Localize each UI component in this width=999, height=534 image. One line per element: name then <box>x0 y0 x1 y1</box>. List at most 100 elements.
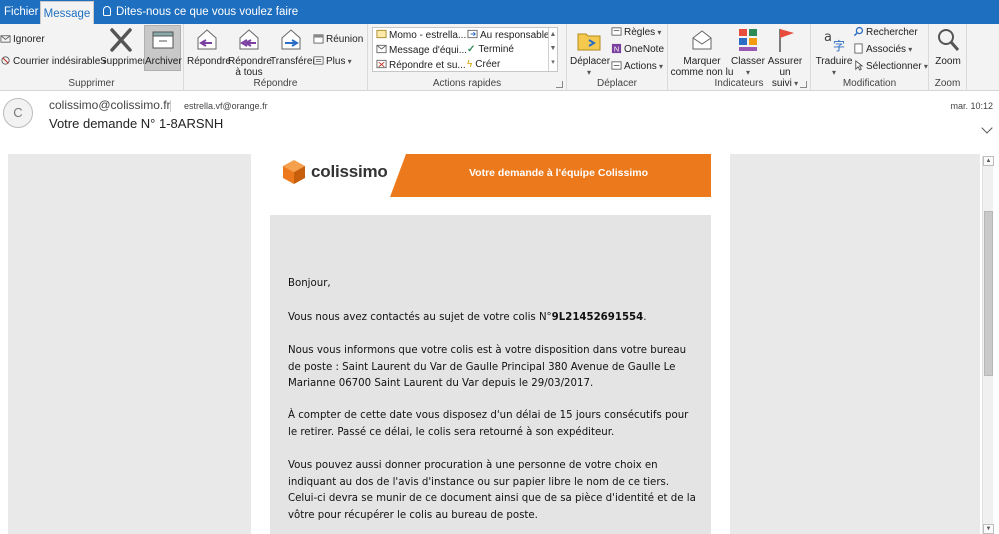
expand-header-chevron-down-icon[interactable] <box>981 122 993 134</box>
avatar[interactable]: C <box>3 98 33 128</box>
tracking-number: 9L21452691554 <box>551 312 644 323</box>
divider <box>170 100 171 112</box>
quick-step-to-manager[interactable]: Au responsable <box>467 29 550 41</box>
lightning-icon: ϟ <box>467 59 473 70</box>
archive-button[interactable]: Archiver <box>144 25 182 71</box>
onenote-icon: N <box>611 43 622 53</box>
mark-unread-button[interactable]: Marquer comme non lu <box>670 26 734 78</box>
find-button[interactable]: Rechercher <box>853 26 918 40</box>
group-label-tags: Indicateurs <box>714 78 764 89</box>
quick-step-team-message[interactable]: Message d'équi... <box>376 44 467 56</box>
reply-all-button[interactable]: Répondre à tous <box>228 26 272 78</box>
reply-all-icon <box>239 29 259 50</box>
p1-suffix: . <box>643 312 647 323</box>
vertical-scrollbar[interactable]: ▲ ▼ <box>982 156 994 534</box>
sender-address[interactable]: colissimo@colissimo.fr <box>49 98 171 112</box>
group-label-zoom: Zoom <box>934 78 961 89</box>
reply-label: Répondre <box>187 56 231 67</box>
email-greeting: Bonjour, <box>288 278 331 289</box>
group-respond: Répondre Répondre à tous Transférer Réun… <box>184 24 368 91</box>
group-label-quick-steps: Actions rapides <box>432 78 502 89</box>
tags-launcher-icon[interactable] <box>800 81 807 88</box>
more-label: Plus <box>326 56 352 67</box>
move-button[interactable]: Déplacer <box>570 26 610 78</box>
scroll-up-arrow-icon[interactable]: ▲ <box>983 156 994 166</box>
quick-step-label: Momo - estrella... <box>389 30 467 41</box>
zoom-button[interactable]: Zoom <box>931 26 965 67</box>
quick-step-reply-delete[interactable]: Répondre et su... <box>376 59 466 71</box>
move-label: Déplacer <box>570 56 610 78</box>
email-banner: Votre demande à l'équipe Colissimo <box>390 154 711 197</box>
junk-icon <box>1 56 10 65</box>
archive-label: Archiver <box>145 56 182 67</box>
zoom-label: Zoom <box>935 56 961 67</box>
email-paragraph-4: Vous pouvez aussi donner procuration à u… <box>288 460 696 521</box>
p1-prefix: Vous nous avez contactés au sujet de vot… <box>288 312 552 323</box>
rules-icon <box>611 27 622 36</box>
actions-button[interactable]: Actions <box>611 60 663 74</box>
forward-button[interactable]: Transférer <box>270 26 316 67</box>
select-label: Sélectionner <box>866 61 928 72</box>
categorize-button[interactable]: Classer <box>730 26 766 78</box>
archive-box-icon <box>152 31 173 49</box>
email-paragraph-1: Vous nous avez contactés au sujet de vot… <box>288 310 698 327</box>
recipient-address[interactable]: estrella.vf@orange.fr <box>184 101 268 111</box>
select-icon <box>855 60 864 71</box>
email-content-card: Bonjour, Vous nous avez contactés au suj… <box>270 215 711 534</box>
forward-label: Transférer <box>270 56 316 67</box>
quick-step-label: Message d'équi... <box>389 45 468 56</box>
group-label-respond: Répondre <box>253 78 298 89</box>
quick-step-momo[interactable]: Momo - estrella... <box>376 29 466 41</box>
mark-unread-label-2: comme non lu <box>670 67 734 78</box>
ribbon: Ignorer Courrier indésirable Supprimer A… <box>0 24 999 91</box>
delete-button[interactable]: Supprimer <box>100 26 146 67</box>
search-icon <box>853 26 864 37</box>
message-body: colissimo Votre demande à l'équipe Colis… <box>0 142 999 534</box>
ribbon-tab-bar: Fichier Message Dites-nous ce que vous v… <box>0 0 999 25</box>
quick-step-create[interactable]: ϟ Créer <box>467 59 500 70</box>
meeting-button[interactable]: Réunion <box>313 33 363 47</box>
related-icon <box>854 43 863 54</box>
translate-icon: a字 <box>824 30 845 53</box>
tab-message[interactable]: Message <box>40 1 94 25</box>
ignore-button[interactable]: Ignorer <box>0 33 45 47</box>
scrollbar-thumb[interactable] <box>984 211 993 376</box>
group-label-delete: Supprimer <box>68 78 115 89</box>
quick-step-label: Au responsable <box>480 30 550 41</box>
body-right-margin <box>730 154 980 534</box>
actions-icon <box>611 61 622 70</box>
select-button[interactable]: Sélectionner <box>853 60 928 74</box>
delete-label: Supprimer <box>100 56 147 67</box>
tab-file[interactable]: Fichier <box>4 0 39 24</box>
email-header: colissimo Votre demande à l'équipe Colis… <box>270 154 711 197</box>
envelope-icon <box>376 29 387 39</box>
rules-label: Règles <box>624 27 661 38</box>
reply-icon <box>197 29 217 50</box>
group-quick-steps: Momo - estrella... Message d'équi... Rép… <box>368 24 567 91</box>
reply-all-label-1: Répondre <box>228 56 272 67</box>
delete-x-icon <box>110 28 132 52</box>
junk-button[interactable]: Courrier indésirable <box>0 55 107 69</box>
group-move: Déplacer Règles N OneNote Actions Déplace… <box>567 24 668 91</box>
quick-steps-launcher-icon[interactable] <box>556 81 563 88</box>
folder-move-icon <box>577 33 601 51</box>
quick-step-done[interactable]: ✓ Terminé <box>467 44 514 55</box>
onenote-button[interactable]: N OneNote <box>611 43 664 57</box>
related-button[interactable]: Associés <box>853 43 912 57</box>
color-grid-icon <box>739 29 757 51</box>
envelope-icon <box>376 44 387 54</box>
find-label: Rechercher <box>866 27 918 38</box>
reply-button[interactable]: Répondre <box>187 26 231 67</box>
tell-me-search[interactable]: Dites-nous ce que vous voulez faire <box>103 0 298 24</box>
reply-all-label-2: à tous <box>235 67 263 78</box>
group-zoom: Zoom Zoom <box>929 24 967 91</box>
rules-button[interactable]: Règles <box>611 26 661 40</box>
translate-button[interactable]: a字 Traduire <box>814 26 854 78</box>
message-date: mar. 10:12 <box>950 101 993 111</box>
scroll-down-arrow-icon[interactable]: ▼ <box>983 524 994 534</box>
quick-steps-scroll[interactable]: ▲ ▼ ▾ <box>548 28 557 71</box>
more-respond-button[interactable]: Plus <box>313 55 352 69</box>
group-delete: Ignorer Courrier indésirable Supprimer A… <box>0 24 184 91</box>
mark-unread-label-1: Marquer <box>683 56 721 67</box>
svg-text:N: N <box>614 44 619 53</box>
